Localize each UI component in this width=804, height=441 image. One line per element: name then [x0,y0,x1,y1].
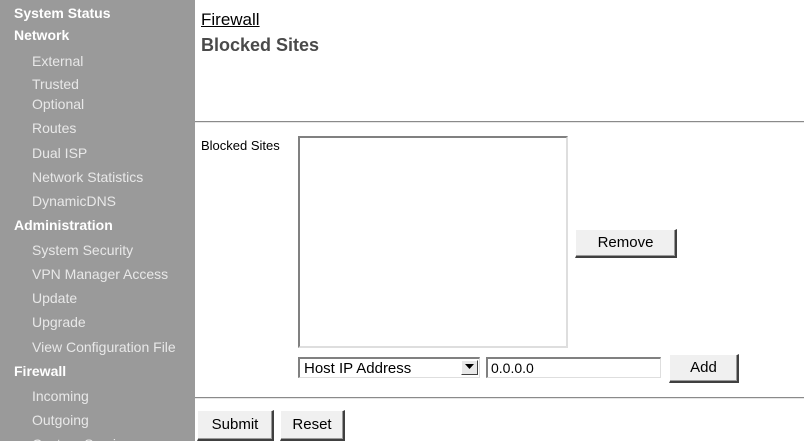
chevron-down-icon[interactable] [461,360,478,375]
sidebar-item-system-status[interactable]: System Status [14,2,194,24]
sidebar-item-system-security[interactable]: System Security [32,239,195,261]
blocked-sites-label: Blocked Sites [201,138,280,153]
divider-bottom-highlight [195,398,804,399]
remove-button[interactable]: Remove [575,229,677,258]
sidebar-nav: System Status Network External Trusted O… [0,0,195,441]
sidebar-item-outgoing[interactable]: Outgoing [32,409,195,431]
sidebar-item-view-configuration-file[interactable]: View Configuration File [32,336,195,358]
sidebar-item-dynamicdns[interactable]: DynamicDNS [32,190,195,212]
add-button[interactable]: Add [669,354,739,383]
blocked-sites-list[interactable] [298,136,568,348]
host-ip-input[interactable] [486,357,661,378]
breadcrumb-firewall-link[interactable]: Firewall [201,10,260,30]
sidebar-item-incoming[interactable]: Incoming [32,385,195,407]
sidebar-item-network-statistics[interactable]: Network Statistics [32,166,195,188]
sidebar-item-routes[interactable]: Routes [32,117,195,139]
sidebar-item-dual-isp[interactable]: Dual ISP [32,142,195,164]
sidebar-item-trusted[interactable]: Trusted [32,73,195,95]
sidebar-item-custom-services[interactable]: Custom Services [32,433,195,441]
address-type-value: Host IP Address [304,360,412,377]
submit-button[interactable]: Submit [197,410,274,441]
sidebar-item-firewall[interactable]: Firewall [14,360,194,382]
reset-button[interactable]: Reset [280,410,345,441]
divider-highlight [195,122,804,123]
page-title: Blocked Sites [201,35,320,55]
sidebar-item-upgrade[interactable]: Upgrade [32,311,195,333]
sidebar-item-network[interactable]: Network [14,24,194,46]
sidebar-item-vpn-manager-access[interactable]: VPN Manager Access [32,263,195,285]
sidebar-item-external[interactable]: External [32,50,195,72]
sidebar-item-optional[interactable]: Optional [32,93,195,115]
sidebar-item-administration[interactable]: Administration [14,214,194,236]
sidebar-item-update[interactable]: Update [32,287,195,309]
address-type-select[interactable]: Host IP Address [298,357,480,378]
